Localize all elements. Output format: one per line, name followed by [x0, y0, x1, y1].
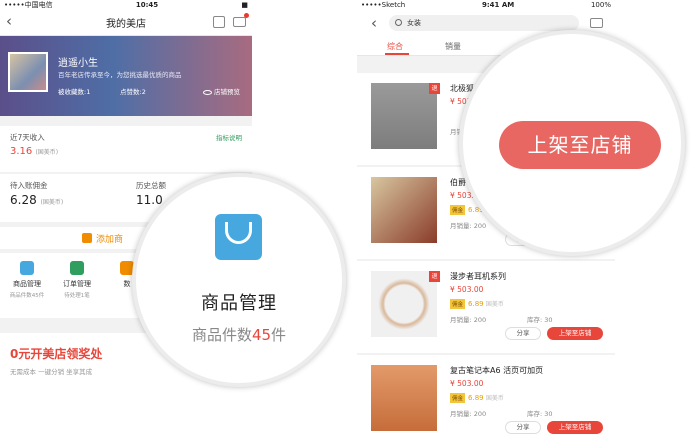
time-label: 10:45: [135, 1, 159, 9]
commission-value: 6.89: [468, 300, 484, 308]
store-desc: 百年老店传承至今，为您挑选最优质的商品: [58, 71, 182, 79]
collect-count: 被收藏数:1: [58, 88, 91, 96]
commission-row: 佣金6.89 国美币: [450, 299, 504, 309]
income-value: 3.16: [10, 146, 33, 157]
grid-item-sub: 商品件数45件: [9, 293, 45, 299]
grid-item-sub: 待处理1笔: [64, 293, 90, 299]
magnifier-sub: 商品件数45件: [136, 324, 342, 345]
stock-count: 库存: 30: [527, 316, 553, 324]
grid-item-title: 订单管理: [63, 280, 91, 288]
like-count: 点赞数:2: [120, 88, 146, 96]
store-preview-button[interactable]: 店铺预览: [203, 86, 240, 96]
product-thumbnail[interactable]: [371, 365, 437, 431]
pending-value: 6.28: [10, 193, 37, 207]
clipboard-icon: [70, 261, 84, 275]
shelf-to-store-button[interactable]: 上架至店铺: [547, 421, 603, 434]
back-icon[interactable]: ‹: [371, 14, 377, 32]
add-product-label: 添加商: [96, 235, 124, 245]
product-list-item[interactable]: 退漫步者耳机系列 ¥ 503.00 佣金 6.89 国美币 月销量: 200 库存: 30…: [357, 261, 615, 353]
stock-count: 库存: 30: [527, 410, 553, 418]
carrier-label: •••••Sketch: [361, 1, 406, 9]
monthly-sales: 月销量: 200: [450, 410, 487, 418]
edit-icon[interactable]: [213, 16, 225, 28]
monthly-sales: 月销量: 200: [450, 316, 487, 324]
bag-icon: [20, 261, 34, 275]
grid-item-product-management[interactable]: 商品管理 商品件数45件: [2, 261, 52, 299]
share-button[interactable]: 分享: [505, 327, 541, 340]
search-query: 女装: [407, 19, 421, 27]
carrier-label: •••••中国电信: [4, 1, 53, 9]
active-tab-indicator: [385, 53, 409, 55]
income-value-row: 3.16 (国美币): [10, 146, 58, 157]
commission-unit: 国美币: [485, 395, 504, 402]
income-card: 近7天收入 指标说明 3.16 (国美币): [0, 126, 252, 172]
add-icon: [82, 233, 92, 243]
shopping-bag-icon: [215, 214, 262, 260]
magnifier-sub-num: 45: [251, 326, 272, 344]
store-preview-label: 店铺预览: [214, 88, 240, 96]
grid-item-order-management[interactable]: 订单管理 待处理1笔: [52, 261, 102, 299]
page-title: 我的美店: [106, 19, 146, 30]
product-list-item[interactable]: 复古笔记本A6 活页可加页 ¥ 503.00 佣金 6.89 国美币 月销量: 200 库…: [357, 355, 615, 445]
metric-help-link[interactable]: 指标说明: [216, 132, 242, 142]
magnifier-shelf-button: 上架至店铺: [459, 30, 685, 256]
search-input[interactable]: 女装: [389, 15, 579, 31]
product-name: 伯爵: [450, 178, 466, 187]
return-tag: 退: [429, 271, 440, 282]
tab-sales[interactable]: 销量: [445, 41, 461, 52]
product-thumbnail[interactable]: [371, 83, 437, 149]
magnifier-title: 商品管理: [201, 293, 277, 314]
shelf-to-store-button[interactable]: 上架至店铺: [547, 327, 603, 340]
status-bar: •••••Sketch 9:41 AM 100%: [357, 0, 615, 10]
mail-icon[interactable]: [590, 18, 603, 28]
commission-row: 佣金6.89 国美币: [450, 393, 504, 403]
shelf-to-store-button-zoomed[interactable]: 上架至店铺: [499, 121, 661, 169]
store-banner: 逍遥小生 百年老店传承至今，为您挑选最优质的商品 被收藏数:1 点赞数:2 店铺…: [0, 36, 252, 116]
commission-badge: 佣金: [450, 205, 466, 215]
product-price: ¥ 503.00: [450, 379, 484, 388]
mail-icon[interactable]: [233, 13, 249, 27]
income-unit: (国美币): [35, 149, 59, 156]
search-icon: [395, 19, 402, 26]
battery-icon: ■: [241, 1, 248, 9]
product-thumbnail[interactable]: [371, 177, 437, 243]
magnifier-product-management: 商品管理 商品件数45件: [132, 173, 346, 387]
share-button[interactable]: 分享: [505, 421, 541, 434]
avatar[interactable]: [8, 52, 48, 92]
magnifier-sub-suffix: 件: [271, 326, 287, 344]
history-value: 11.0: [136, 193, 163, 207]
notification-dot: [244, 13, 249, 18]
time-label: 9:41 AM: [481, 1, 515, 9]
pending-label: 待入账佣金: [10, 181, 48, 190]
commission-badge: 佣金: [450, 299, 466, 309]
status-bar: •••••中国电信 10:45 ■: [0, 0, 252, 10]
commission-value: 6.89: [468, 394, 484, 402]
grid-item-title: 商品管理: [13, 280, 41, 288]
tab-comprehensive[interactable]: 综合: [387, 41, 403, 52]
product-thumbnail[interactable]: [371, 271, 437, 337]
history-label: 历史总额: [136, 181, 166, 190]
commission-unit: 国美币: [485, 301, 504, 308]
return-tag: 退: [429, 83, 440, 94]
back-icon[interactable]: ‹: [6, 14, 12, 29]
income-label: 近7天收入: [10, 133, 45, 142]
commission-badge: 佣金: [450, 393, 466, 403]
product-price: ¥ 503.00: [450, 285, 484, 294]
battery-label: 100%: [590, 1, 611, 9]
magnifier-sub-prefix: 商品件数: [191, 326, 252, 344]
promo-sub: 无需成本 一键分销 坐享其成: [10, 368, 93, 376]
store-name: 逍遥小生: [58, 58, 98, 69]
product-name: 复古笔记本A6 活页可加页: [450, 366, 544, 375]
pending-value-row: 6.28 (国美币): [10, 193, 63, 207]
pending-unit: (国美币): [40, 199, 64, 206]
product-name: 漫步者耳机系列: [450, 272, 506, 281]
promo-title: 0元开美店领奖处: [10, 347, 103, 361]
monthly-sales: 月销量: 200: [450, 222, 487, 230]
eye-icon: [203, 89, 212, 95]
nav-bar: ‹ 我的美店: [0, 10, 252, 36]
